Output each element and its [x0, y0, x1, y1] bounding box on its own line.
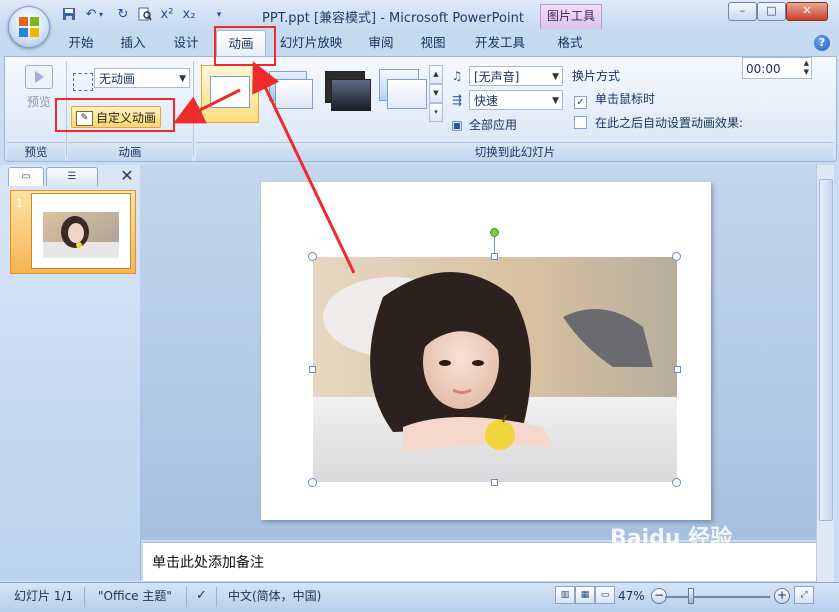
arrow-to-tab — [252, 61, 356, 274]
office-logo-icon — [19, 17, 39, 37]
watermark-url: jingyan.baidu.com — [680, 569, 782, 582]
watermark-logo: Baidu 经验 — [610, 526, 733, 551]
office-button[interactable] — [8, 6, 50, 48]
arrow-to-button — [173, 88, 241, 124]
